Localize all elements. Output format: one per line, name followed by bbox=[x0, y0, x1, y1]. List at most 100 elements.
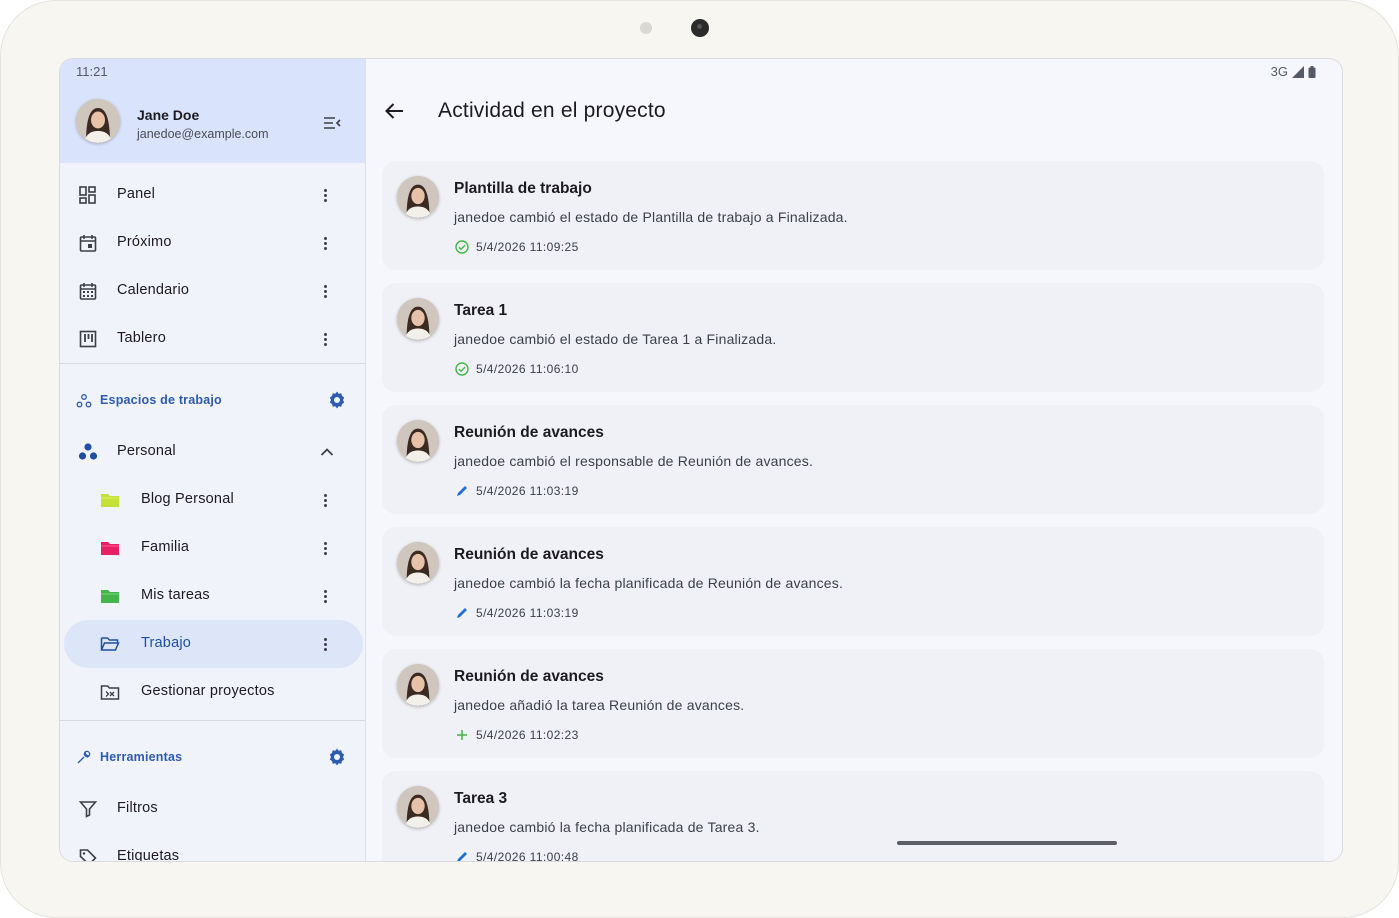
filter-icon bbox=[78, 799, 98, 819]
activity-card[interactable]: Plantilla de trabajo janedoe cambió el e… bbox=[382, 161, 1324, 269]
activity-card[interactable]: Reunión de avances janedoe añadió la tar… bbox=[382, 649, 1324, 757]
nav-label: Etiquetas bbox=[117, 848, 180, 862]
page-title: Actividad en el proyecto bbox=[438, 99, 666, 122]
wrench-icon bbox=[76, 749, 92, 765]
main-content: 3G Actividad en el proyecto Plantilla de… bbox=[366, 59, 1342, 861]
avatar bbox=[397, 298, 439, 340]
activity-timestamp: 5/4/2026 11:06:10 bbox=[476, 361, 579, 376]
nav-label: Panel bbox=[117, 186, 156, 202]
manage-folder-icon bbox=[100, 682, 120, 702]
activity-meta: 5/4/2026 11:02:23 bbox=[454, 727, 579, 742]
pencil-icon bbox=[454, 605, 469, 620]
workspace-group-personal[interactable]: Personal bbox=[60, 428, 365, 476]
settings-gear-icon[interactable] bbox=[327, 747, 347, 767]
avatar bbox=[397, 786, 439, 828]
sensor-dot bbox=[640, 22, 652, 34]
back-arrow-icon[interactable] bbox=[380, 97, 408, 125]
gesture-handle[interactable] bbox=[897, 841, 1117, 845]
calendar-icon bbox=[78, 281, 98, 301]
activity-timestamp: 5/4/2026 11:02:23 bbox=[476, 727, 579, 742]
workspaces-icon bbox=[76, 393, 92, 409]
section-title-tools: Herramientas bbox=[100, 750, 183, 764]
section-title-workspaces: Espacios de trabajo bbox=[100, 393, 222, 407]
activity-description: janedoe cambió el responsable de Reunión… bbox=[454, 453, 814, 469]
more-vert-icon[interactable] bbox=[316, 632, 334, 656]
activity-timestamp: 5/4/2026 11:03:19 bbox=[476, 483, 579, 498]
user-email: janedoe@example.com bbox=[137, 127, 269, 141]
manage-projects[interactable]: Gestionar proyectos bbox=[60, 668, 365, 716]
activity-meta: 5/4/2026 11:00:48 bbox=[454, 849, 579, 862]
folder-icon bbox=[100, 490, 120, 510]
nav-label: Filtros bbox=[117, 800, 158, 816]
activity-timestamp: 5/4/2026 11:00:48 bbox=[476, 849, 579, 862]
more-vert-icon[interactable] bbox=[316, 584, 334, 608]
nav-item-proximo[interactable]: Próximo bbox=[60, 219, 365, 267]
nav-label: Familia bbox=[141, 539, 190, 555]
more-vert-icon[interactable] bbox=[316, 536, 334, 560]
nav-item-panel[interactable]: Panel bbox=[60, 171, 365, 219]
activity-card[interactable]: Reunión de avances janedoe cambió la fec… bbox=[382, 527, 1324, 635]
nav-item-etiquetas[interactable]: Etiquetas bbox=[60, 833, 365, 862]
nav-item-filtros[interactable]: Filtros bbox=[60, 785, 365, 833]
tablet-frame: 11:21 Jane Doe janedoe@example.com Panel… bbox=[0, 0, 1399, 918]
dashboard-icon bbox=[78, 185, 98, 205]
project-blog-personal[interactable]: Blog Personal bbox=[60, 476, 365, 524]
avatar bbox=[397, 664, 439, 706]
more-vert-icon[interactable] bbox=[316, 183, 334, 207]
activity-description: janedoe cambió el estado de Plantilla de… bbox=[454, 209, 848, 225]
settings-gear-icon[interactable] bbox=[327, 390, 347, 410]
folder-open-icon bbox=[100, 634, 120, 654]
activity-meta: 5/4/2026 11:03:19 bbox=[454, 483, 579, 498]
nav-label: Blog Personal bbox=[141, 491, 234, 507]
chevron-up-icon[interactable] bbox=[318, 440, 336, 464]
battery-icon bbox=[1308, 65, 1316, 78]
check-circle-icon bbox=[454, 239, 469, 254]
more-vert-icon[interactable] bbox=[316, 327, 334, 351]
signal-icon bbox=[1292, 65, 1304, 78]
activity-title: Plantilla de trabajo bbox=[454, 180, 592, 197]
avatar[interactable] bbox=[76, 99, 120, 143]
network-type: 3G bbox=[1270, 64, 1288, 79]
activity-description: janedoe cambió la fecha planificada de T… bbox=[454, 819, 760, 835]
folder-icon bbox=[100, 538, 120, 558]
activity-title: Reunión de avances bbox=[454, 546, 604, 563]
more-vert-icon[interactable] bbox=[316, 231, 334, 255]
avatar bbox=[397, 542, 439, 584]
avatar bbox=[397, 176, 439, 218]
nav-label: Próximo bbox=[117, 234, 172, 250]
activity-title: Tarea 1 bbox=[454, 302, 508, 319]
project-trabajo[interactable]: Trabajo bbox=[64, 620, 363, 668]
status-time: 11:21 bbox=[76, 64, 108, 79]
app-screen: 11:21 Jane Doe janedoe@example.com Panel… bbox=[59, 58, 1343, 862]
collapse-drawer-icon[interactable] bbox=[319, 111, 345, 135]
activity-description: janedoe cambió el estado de Tarea 1 a Fi… bbox=[454, 331, 777, 347]
nav-item-tablero[interactable]: Tablero bbox=[60, 315, 365, 363]
activity-timestamp: 5/4/2026 11:09:25 bbox=[476, 239, 579, 254]
group-workspace-icon bbox=[78, 442, 98, 462]
activity-meta: 5/4/2026 11:03:19 bbox=[454, 605, 579, 620]
navigation-drawer: 11:21 Jane Doe janedoe@example.com Panel… bbox=[60, 59, 366, 861]
activity-card[interactable]: Tarea 1 janedoe cambió el estado de Tare… bbox=[382, 283, 1324, 391]
more-vert-icon[interactable] bbox=[316, 279, 334, 303]
nav-label: Mis tareas bbox=[141, 587, 210, 603]
status-bar: 3G bbox=[1271, 64, 1316, 79]
label-icon bbox=[78, 847, 98, 861]
project-familia[interactable]: Familia bbox=[60, 524, 365, 572]
activity-card[interactable]: Tarea 3 janedoe cambió la fecha planific… bbox=[382, 771, 1324, 862]
activity-title: Tarea 3 bbox=[454, 790, 508, 807]
more-vert-icon[interactable] bbox=[316, 488, 334, 512]
front-camera bbox=[691, 19, 709, 37]
activity-meta: 5/4/2026 11:06:10 bbox=[454, 361, 579, 376]
activity-title: Reunión de avances bbox=[454, 424, 604, 441]
user-name: Jane Doe bbox=[137, 107, 200, 123]
nav-item-calendario[interactable]: Calendario bbox=[60, 267, 365, 315]
board-icon bbox=[78, 329, 98, 349]
project-mis-tareas[interactable]: Mis tareas bbox=[60, 572, 365, 620]
activity-title: Reunión de avances bbox=[454, 668, 604, 685]
divider bbox=[60, 720, 365, 721]
activity-description: janedoe añadió la tarea Reunión de avanc… bbox=[454, 697, 745, 713]
plus-icon bbox=[454, 727, 469, 742]
nav-label: Tablero bbox=[117, 330, 166, 346]
activity-card[interactable]: Reunión de avances janedoe cambió el res… bbox=[382, 405, 1324, 513]
activity-meta: 5/4/2026 11:09:25 bbox=[454, 239, 579, 254]
